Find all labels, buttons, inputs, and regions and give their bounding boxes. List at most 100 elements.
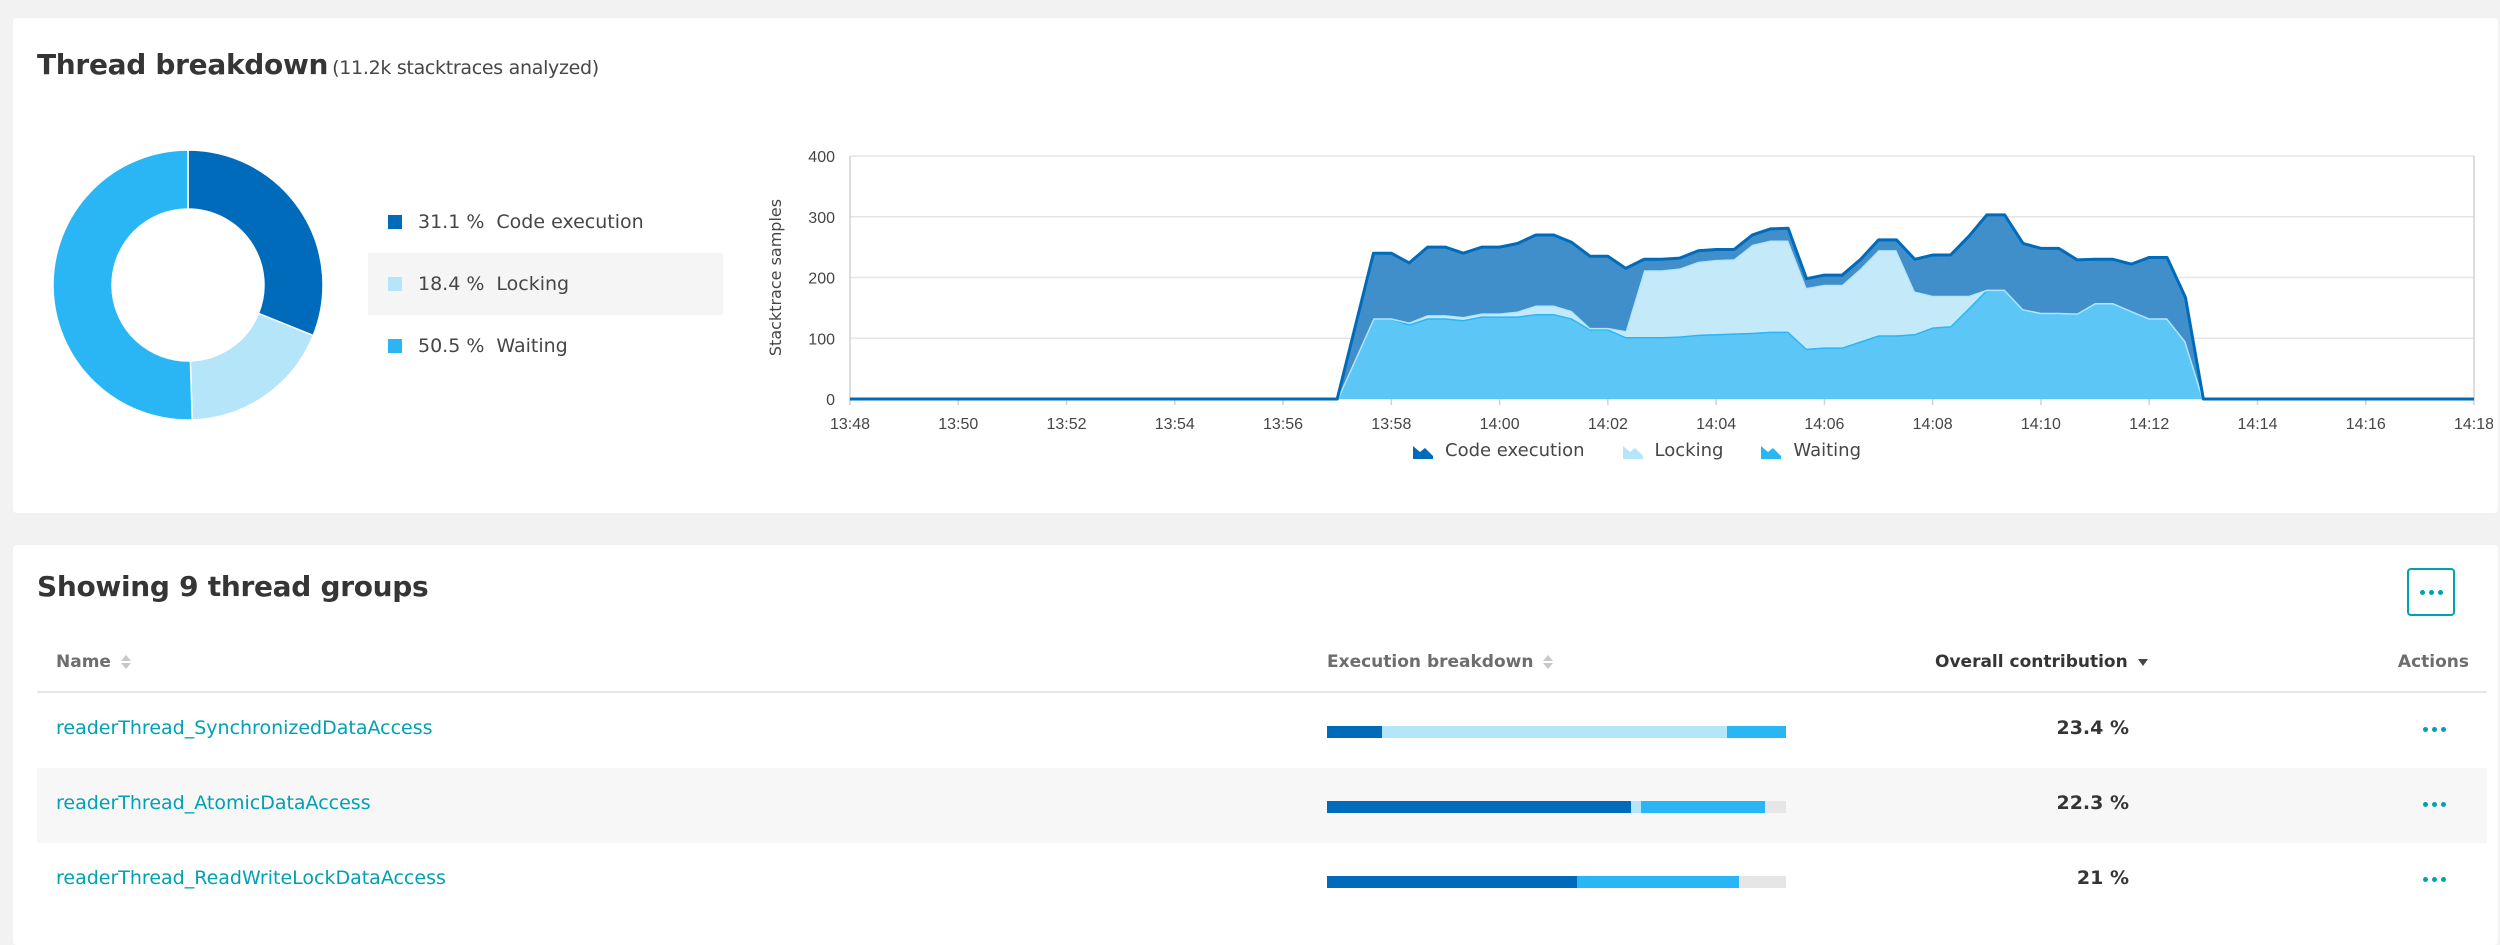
sort-icon <box>1543 655 1554 669</box>
column-label: Actions <box>2397 652 2469 672</box>
chart-legend-label: Locking <box>1654 440 1724 461</box>
table-row: readerThread_SynchronizedDataAccess 23.4 … <box>37 693 2487 768</box>
overall-contribution: 21 % <box>2076 867 2129 889</box>
bar-segment-other <box>1764 801 1786 813</box>
sort-icon <box>120 655 131 669</box>
bar-segment-code <box>1327 726 1383 738</box>
x-tick-label: 13:56 <box>1263 416 1303 433</box>
bar-segment-locking <box>1382 726 1728 738</box>
legend-item-waiting[interactable]: 50.5 % Waiting <box>368 315 723 377</box>
bar-segment-code <box>1327 876 1578 888</box>
breakdown-subtitle: (11.2k stacktraces analyzed) <box>332 57 599 79</box>
column-label: Name <box>56 652 111 672</box>
chart-legend-code[interactable]: Code execution <box>1413 440 1585 461</box>
breakdown-legend: 31.1 % Code execution 18.4 % Locking 50.… <box>368 191 723 377</box>
legend-pct: 18.4 % <box>418 273 485 295</box>
x-tick-label: 14:12 <box>2129 416 2169 433</box>
chart-legend-label: Code execution <box>1445 440 1585 461</box>
breakdown-title: Thread breakdown (11.2k stacktraces analy… <box>37 48 599 81</box>
donut-slice-code-execution[interactable] <box>187 149 324 337</box>
x-tick-label: 13:54 <box>1155 416 1195 433</box>
table-body: readerThread_SynchronizedDataAccess 23.4 … <box>37 693 2487 918</box>
bar-segment-waiting <box>1577 876 1740 888</box>
execution-breakdown-bar <box>1327 876 1786 888</box>
swatch-code-icon <box>388 215 402 229</box>
thread-group-link[interactable]: readerThread_SynchronizedDataAccess <box>56 717 433 739</box>
chart-legend-label: Waiting <box>1793 440 1861 461</box>
y-tick-label: 400 <box>808 149 835 166</box>
y-tick-label: 300 <box>808 210 835 227</box>
x-tick-label: 14:04 <box>1696 416 1736 433</box>
legend-label: Waiting <box>496 335 568 357</box>
column-header-contribution[interactable]: Overall contribution <box>1935 652 2148 672</box>
table-row: readerThread_AtomicDataAccess 22.3 % <box>37 768 2487 843</box>
row-actions-button[interactable] <box>2423 802 2446 807</box>
area-chart-legend: Code execution Locking Waiting <box>1413 440 1861 461</box>
chart-legend-locking[interactable]: Locking <box>1622 440 1724 461</box>
bar-segment-locking <box>1630 801 1641 813</box>
stacktrace-area-chart: 0 100 200 300 400 Stacktrace samples 13:48 13:5… <box>766 149 2493 433</box>
row-actions-button[interactable] <box>2423 877 2446 882</box>
row-actions-button[interactable] <box>2423 727 2446 732</box>
execution-breakdown-bar <box>1327 726 1786 738</box>
x-tick-label: 13:52 <box>1047 416 1087 433</box>
y-tick-label: 0 <box>826 392 835 409</box>
legend-label: Code execution <box>496 211 644 233</box>
execution-breakdown-bar <box>1327 801 1786 813</box>
more-horizontal-icon <box>2423 802 2446 807</box>
donut-slice-locking[interactable] <box>189 312 315 421</box>
overall-contribution: 22.3 % <box>2056 792 2129 814</box>
bar-segment-waiting <box>1727 726 1786 738</box>
more-horizontal-icon <box>2423 727 2446 732</box>
thread-groups-table: Name Execution breakdown Overall contrib… <box>37 630 2487 918</box>
legend-item-code[interactable]: 31.1 % Code execution <box>368 191 723 253</box>
legend-item-locking[interactable]: 18.4 % Locking <box>368 253 723 315</box>
legend-pct: 50.5 % <box>418 335 485 357</box>
x-tick-label: 14:02 <box>1588 416 1628 433</box>
more-horizontal-icon <box>2419 589 2443 595</box>
x-tick-label: 14:18 <box>2454 416 2493 433</box>
x-tick-label: 13:48 <box>830 416 870 433</box>
column-label: Overall contribution <box>1935 652 2128 672</box>
area-chart-icon <box>1413 445 1433 459</box>
x-tick-label: 13:58 <box>1371 416 1411 433</box>
swatch-waiting-icon <box>388 339 402 353</box>
y-tick-label: 200 <box>808 271 835 288</box>
x-tick-label: 14:08 <box>1913 416 1953 433</box>
area-chart-icon <box>1761 445 1782 459</box>
overall-contribution: 23.4 % <box>2056 717 2129 739</box>
swatch-locking-icon <box>388 277 402 291</box>
thread-breakdown-card: Thread breakdown (11.2k stacktraces analy… <box>13 18 2498 513</box>
y-tick-label: 100 <box>808 331 835 348</box>
y-axis-label: Stacktrace samples <box>766 199 785 356</box>
sort-descending-icon <box>2137 658 2148 666</box>
more-horizontal-icon <box>2423 877 2446 882</box>
thread-group-link[interactable]: readerThread_ReadWriteLockDataAccess <box>56 867 446 889</box>
thread-groups-card: Showing 9 thread groups Name Execution b… <box>13 545 2498 945</box>
legend-pct: 31.1 % <box>418 211 485 233</box>
more-options-button[interactable] <box>2407 568 2455 616</box>
area-chart-icon <box>1622 445 1643 459</box>
column-label: Execution breakdown <box>1327 652 1534 672</box>
x-tick-label: 14:16 <box>2346 416 2386 433</box>
donut-slice-waiting[interactable] <box>52 149 194 421</box>
legend-label: Locking <box>496 273 570 295</box>
x-tick-label: 14:10 <box>2021 416 2061 433</box>
x-tick-label: 14:06 <box>1804 416 1844 433</box>
bar-segment-other <box>1739 876 1786 888</box>
chart-legend-waiting[interactable]: Waiting <box>1761 440 1861 461</box>
bar-segment-code <box>1327 801 1631 813</box>
column-header-name[interactable]: Name <box>56 652 131 672</box>
bar-segment-waiting <box>1640 801 1765 813</box>
thread-group-link[interactable]: readerThread_AtomicDataAccess <box>56 792 371 814</box>
x-tick-label: 14:00 <box>1480 416 1520 433</box>
groups-title: Showing 9 thread groups <box>37 570 429 603</box>
x-tick-label: 14:14 <box>2237 416 2277 433</box>
column-header-breakdown[interactable]: Execution breakdown <box>1327 652 1554 672</box>
column-header-actions: Actions <box>2398 652 2469 672</box>
table-header: Name Execution breakdown Overall contrib… <box>37 630 2487 693</box>
table-row: readerThread_ReadWriteLockDataAccess 21 % <box>37 843 2487 918</box>
breakdown-title-text: Thread breakdown <box>37 48 329 81</box>
x-tick-label: 13:50 <box>938 416 978 433</box>
breakdown-donut-chart <box>52 149 324 421</box>
